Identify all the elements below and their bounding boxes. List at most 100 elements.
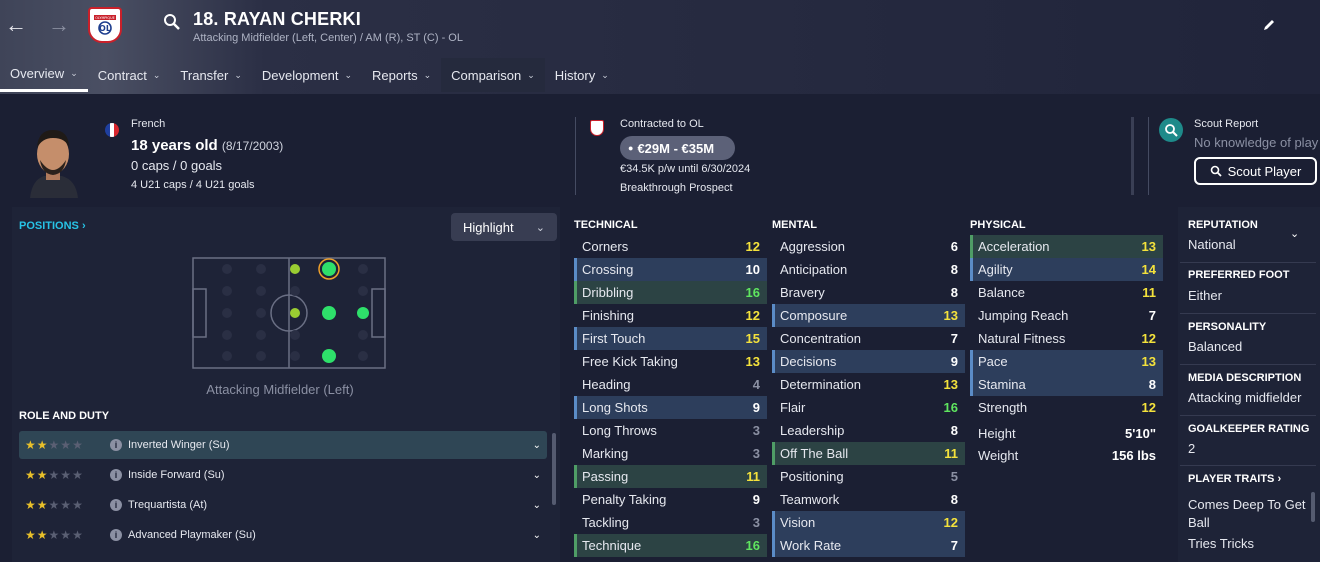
info-icon[interactable]: i (110, 439, 122, 451)
attribute-name: Vision (780, 515, 816, 530)
tab-comparison[interactable]: Comparison ⌄ (441, 58, 545, 92)
attribute-value: 8 (1148, 377, 1156, 392)
info-icon[interactable]: i (110, 529, 122, 541)
attribute-value: 13 (745, 354, 760, 369)
attribute-row-jumping-reach[interactable]: Jumping Reach 7 (970, 304, 1163, 327)
club-crest-small-icon (590, 120, 604, 136)
scout-player-label: Scout Player (1227, 163, 1302, 179)
attribute-row-concentration[interactable]: Concentration 7 (772, 327, 965, 350)
tab-history[interactable]: History ⌄ (545, 58, 619, 92)
attribute-row-long-shots[interactable]: Long Shots 9 (574, 396, 767, 419)
attribute-row-crossing[interactable]: Crossing 10 (574, 258, 767, 281)
attribute-row-positioning[interactable]: Positioning 5 (772, 465, 965, 488)
attribute-name: Bravery (780, 285, 825, 300)
attribute-row-flair[interactable]: Flair 16 (772, 396, 965, 419)
chevron-down-icon[interactable]: ⌄ (533, 440, 541, 451)
tab-overview[interactable]: Overview ⌄ (0, 58, 88, 92)
role-row[interactable]: ★ ★ ★ ★ ★ i Trequartista (At) ⌄ (19, 491, 547, 519)
roles-scrollbar[interactable] (552, 433, 556, 505)
attribute-row-anticipation[interactable]: Anticipation 8 (772, 258, 965, 281)
technical-header: TECHNICAL (574, 219, 638, 231)
attribute-row-vision[interactable]: Vision 12 (772, 511, 965, 534)
back-arrow-icon[interactable]: ← (5, 12, 27, 38)
tab-reports[interactable]: Reports ⌄ (362, 58, 441, 92)
goalkeeper-rating-value: 2 (1188, 441, 1196, 456)
attribute-row-agility[interactable]: Agility 14 (970, 258, 1163, 281)
attribute-row-composure[interactable]: Composure 13 (772, 304, 965, 327)
attribute-row-heading[interactable]: Heading 4 (574, 373, 767, 396)
attribute-row-finishing[interactable]: Finishing 12 (574, 304, 767, 327)
role-row[interactable]: ★ ★ ★ ★ ★ i Advanced Playmaker (Su) ⌄ (19, 521, 547, 549)
position-caption: Attacking Midfielder (Left) (206, 382, 354, 397)
chevron-down-icon[interactable]: ⌄ (1290, 227, 1299, 240)
attribute-row-tackling[interactable]: Tackling 3 (574, 511, 767, 534)
search-icon (1210, 165, 1222, 177)
attribute-row-penalty-taking[interactable]: Penalty Taking 9 (574, 488, 767, 511)
role-row[interactable]: ★ ★ ★ ★ ★ i Inverted Winger (Su) ⌄ (19, 431, 547, 459)
attribute-row-stamina[interactable]: Stamina 8 (970, 373, 1163, 396)
attribute-row-first-touch[interactable]: First Touch 15 (574, 327, 767, 350)
transfer-value-badge[interactable]: ● €29M - €35M (620, 136, 735, 160)
attribute-row-acceleration[interactable]: Acceleration 13 (970, 235, 1163, 258)
search-icon[interactable] (163, 13, 181, 31)
position-dot-natural (322, 262, 336, 276)
info-icon[interactable]: i (110, 499, 122, 511)
attribute-row-strength[interactable]: Strength 12 (970, 396, 1163, 419)
attribute-row-long-throws[interactable]: Long Throws 3 (574, 419, 767, 442)
attribute-row-leadership[interactable]: Leadership 8 (772, 419, 965, 442)
nationality: French (131, 118, 166, 130)
attribute-value: 12 (745, 308, 760, 323)
forward-arrow-icon[interactable]: → (48, 12, 70, 38)
role-name: Inside Forward (Su) (128, 469, 225, 481)
attribute-row-work-rate[interactable]: Work Rate 7 (772, 534, 965, 557)
sidebar-scrollbar[interactable] (1311, 492, 1315, 522)
attribute-row-off-the-ball[interactable]: Off The Ball 11 (772, 442, 965, 465)
attribute-row-technique[interactable]: Technique 16 (574, 534, 767, 557)
media-description-label: MEDIA DESCRIPTION (1188, 372, 1302, 384)
position-dot-natural (322, 349, 336, 363)
attribute-row-determination[interactable]: Determination 13 (772, 373, 965, 396)
attribute-row-free-kick-taking[interactable]: Free Kick Taking 13 (574, 350, 767, 373)
highlight-label: Highlight (463, 219, 514, 235)
positions-header-link[interactable]: POSITIONS › (19, 220, 86, 232)
attribute-value: 13 (1141, 239, 1156, 254)
tab-transfer[interactable]: Transfer ⌄ (170, 58, 251, 92)
highlight-dropdown[interactable]: Highlight ⌄ (451, 213, 557, 241)
club-crest-icon[interactable]: OLYMPIQUE OL (88, 7, 122, 43)
attribute-row-balance[interactable]: Balance 11 (970, 281, 1163, 304)
star-icon: ★ (36, 528, 48, 542)
role-rating-stars: ★ ★ ★ ★ ★ (25, 498, 105, 512)
scout-player-button[interactable]: Scout Player (1194, 157, 1317, 185)
attribute-row-pace[interactable]: Pace 13 (970, 350, 1163, 373)
attribute-row-decisions[interactable]: Decisions 9 (772, 350, 965, 373)
scroll-divider (1131, 117, 1134, 195)
chevron-down-icon[interactable]: ⌄ (533, 500, 541, 511)
transfer-value: €29M - €35M (637, 140, 715, 156)
attribute-row-marking[interactable]: Marking 3 (574, 442, 767, 465)
attribute-row-passing[interactable]: Passing 11 (574, 465, 767, 488)
chevron-down-icon: ⌄ (601, 69, 609, 80)
attribute-name: Concentration (780, 331, 861, 346)
attribute-row-teamwork[interactable]: Teamwork 8 (772, 488, 965, 511)
star-icon: ★ (72, 528, 83, 542)
role-row[interactable]: ★ ★ ★ ★ ★ i Inside Forward (Su) ⌄ (19, 461, 547, 489)
attribute-row-bravery[interactable]: Bravery 8 (772, 281, 965, 304)
attribute-value: 4 (752, 377, 760, 392)
header-bar: ← → OLYMPIQUE OL 18. RAYAN CHERKI Attack… (0, 0, 1320, 94)
positions-label: POSITIONS (19, 220, 79, 232)
chevron-down-icon: ⌄ (234, 69, 242, 80)
tab-contract[interactable]: Contract ⌄ (88, 58, 171, 92)
chevron-down-icon[interactable]: ⌄ (533, 470, 541, 481)
tab-development[interactable]: Development ⌄ (252, 58, 362, 92)
divider (575, 117, 576, 195)
chevron-down-icon[interactable]: ⌄ (533, 530, 541, 541)
attribute-row-corners[interactable]: Corners 12 (574, 235, 767, 258)
attribute-row-aggression[interactable]: Aggression 6 (772, 235, 965, 258)
info-icon[interactable]: i (110, 469, 122, 481)
attribute-name: Passing (582, 469, 629, 484)
star-icon: ★ (60, 498, 72, 512)
attribute-row-dribbling[interactable]: Dribbling 16 (574, 281, 767, 304)
edit-pencil-icon[interactable] (1262, 18, 1276, 32)
player-traits-link[interactable]: PLAYER TRAITS › (1188, 473, 1314, 485)
attribute-row-natural-fitness[interactable]: Natural Fitness 12 (970, 327, 1163, 350)
